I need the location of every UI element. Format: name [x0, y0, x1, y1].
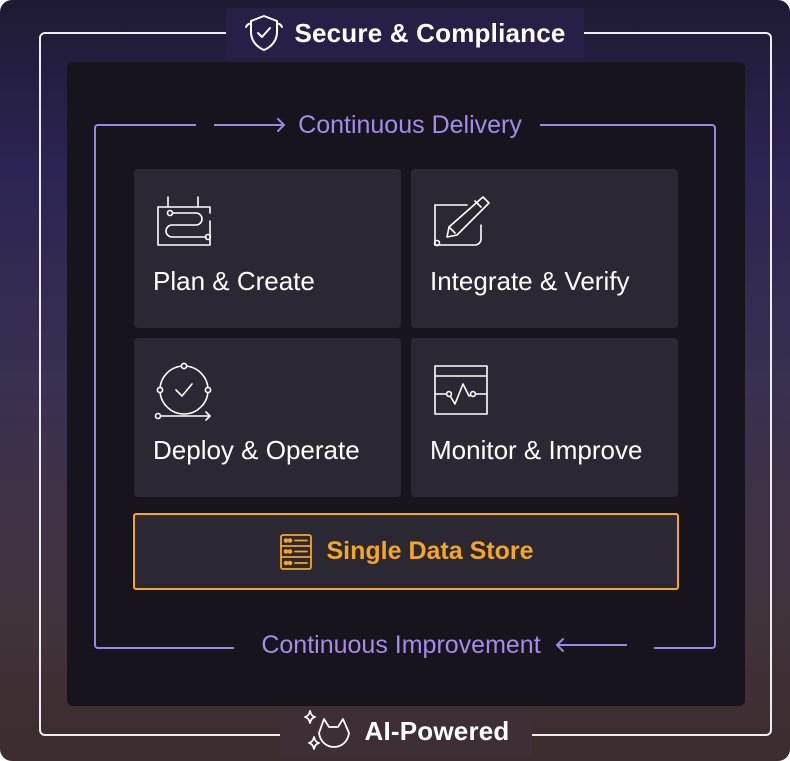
- shield-check-icon: [245, 15, 284, 51]
- single-data-store-label: Single Data Store: [326, 537, 534, 565]
- cycle-check-icon: [154, 362, 212, 421]
- pencil-edit-icon: [433, 196, 490, 247]
- continuous-improvement-text: Continuous Improvement: [261, 630, 541, 659]
- continuous-delivery-label: Continuous Delivery: [196, 106, 540, 144]
- arrow-left-icon: [555, 638, 627, 652]
- arrow-right-icon: [214, 118, 286, 132]
- stage-card-monitor-improve: Monitor & Improve: [411, 338, 678, 497]
- monitor-pulse-icon: [434, 365, 488, 415]
- continuous-improvement-label: Continuous Improvement: [234, 626, 654, 664]
- stage-label: Plan & Create: [153, 266, 315, 296]
- calendar-flow-icon: [157, 196, 212, 246]
- stage-label: Integrate & Verify: [430, 266, 630, 296]
- stage-label: Monitor & Improve: [430, 435, 643, 465]
- stage-card-deploy-operate: Deploy & Operate: [134, 338, 401, 497]
- ai-powered-title: AI-Powered: [364, 715, 510, 746]
- continuous-delivery-text: Continuous Delivery: [298, 110, 522, 139]
- diagram-canvas: Secure & Compliance Continuous Delivery …: [0, 0, 790, 761]
- stage-label: Deploy & Operate: [153, 435, 360, 465]
- sparkle-fox-icon: [304, 710, 351, 750]
- stage-card-plan-create: Plan & Create: [134, 169, 401, 328]
- server-stack-icon: [279, 533, 312, 570]
- stage-card-integrate-verify: Integrate & Verify: [411, 169, 678, 328]
- ai-powered-label: AI-Powered: [280, 706, 532, 756]
- single-data-store: Single Data Store: [133, 513, 679, 590]
- secure-compliance-label: Secure & Compliance: [226, 8, 584, 58]
- secure-compliance-title: Secure & Compliance: [294, 17, 566, 48]
